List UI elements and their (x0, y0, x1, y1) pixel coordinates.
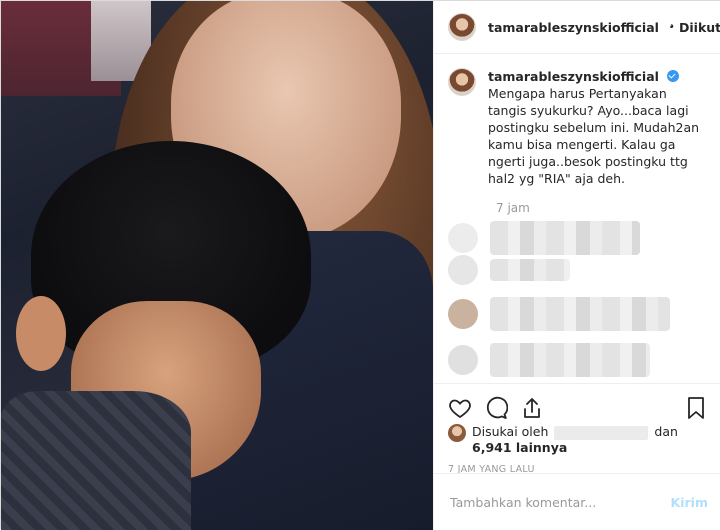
commenter-avatar[interactable] (448, 299, 478, 329)
likes-and: dan (654, 424, 678, 439)
comment-blurred (490, 297, 670, 331)
caption: tamarableszynskiofficial Mengapa harus P… (488, 68, 708, 187)
likes-prefix: Disukai oleh (472, 424, 549, 439)
commenter-avatar[interactable] (448, 255, 478, 285)
comment-blurred (490, 221, 640, 255)
commenter-avatar[interactable] (448, 345, 478, 375)
post-side-panel: tamarableszynskiofficial • Diikuti tamar… (433, 1, 720, 530)
caption-time[interactable]: 7 jam (496, 201, 708, 215)
caption-avatar[interactable] (448, 68, 476, 96)
instagram-post: tamarableszynskiofficial • Diikuti tamar… (0, 0, 720, 530)
likes-summary: Disukai oleh dan 6,941 lainnya (448, 424, 678, 455)
comment-item (448, 343, 708, 377)
likes-text: Disukai oleh dan 6,941 lainnya (472, 424, 678, 455)
likes-count-link[interactable]: 6,941 lainnya (472, 440, 567, 455)
commenter-avatar[interactable] (448, 223, 478, 253)
bookmark-icon[interactable] (682, 394, 710, 422)
photo-boy-ear (16, 296, 66, 371)
author-avatar[interactable] (448, 13, 476, 41)
share-icon[interactable] (518, 394, 546, 422)
comments-area: tamarableszynskiofficial Mengapa harus P… (434, 54, 720, 383)
liker-avatar[interactable] (448, 424, 466, 442)
heart-icon[interactable] (446, 394, 474, 422)
comment-blurred (490, 343, 650, 377)
author-username[interactable]: tamarableszynskiofficial (488, 20, 659, 35)
liker-name-blurred (554, 425, 649, 440)
comment-item (448, 255, 708, 285)
comment-icon[interactable] (482, 394, 510, 422)
caption-row: tamarableszynskiofficial Mengapa harus P… (448, 68, 708, 187)
photo-boy-jacket (1, 391, 191, 530)
verified-badge-icon (666, 70, 679, 82)
caption-username[interactable]: tamarableszynskiofficial (488, 69, 659, 84)
comment-item (448, 297, 708, 331)
follow-status-button[interactable]: Diikuti (679, 20, 720, 35)
post-header: tamarableszynskiofficial • Diikuti (434, 1, 720, 54)
comment-blurred (490, 259, 570, 281)
post-comment-button[interactable]: Kirim (671, 495, 708, 510)
comment-input[interactable] (448, 493, 671, 511)
caption-text: Mengapa harus Pertanyakan tangis syukurk… (488, 86, 700, 186)
add-comment-bar: Kirim (434, 473, 720, 530)
post-photo[interactable] (1, 1, 433, 530)
comment-item (448, 221, 708, 255)
